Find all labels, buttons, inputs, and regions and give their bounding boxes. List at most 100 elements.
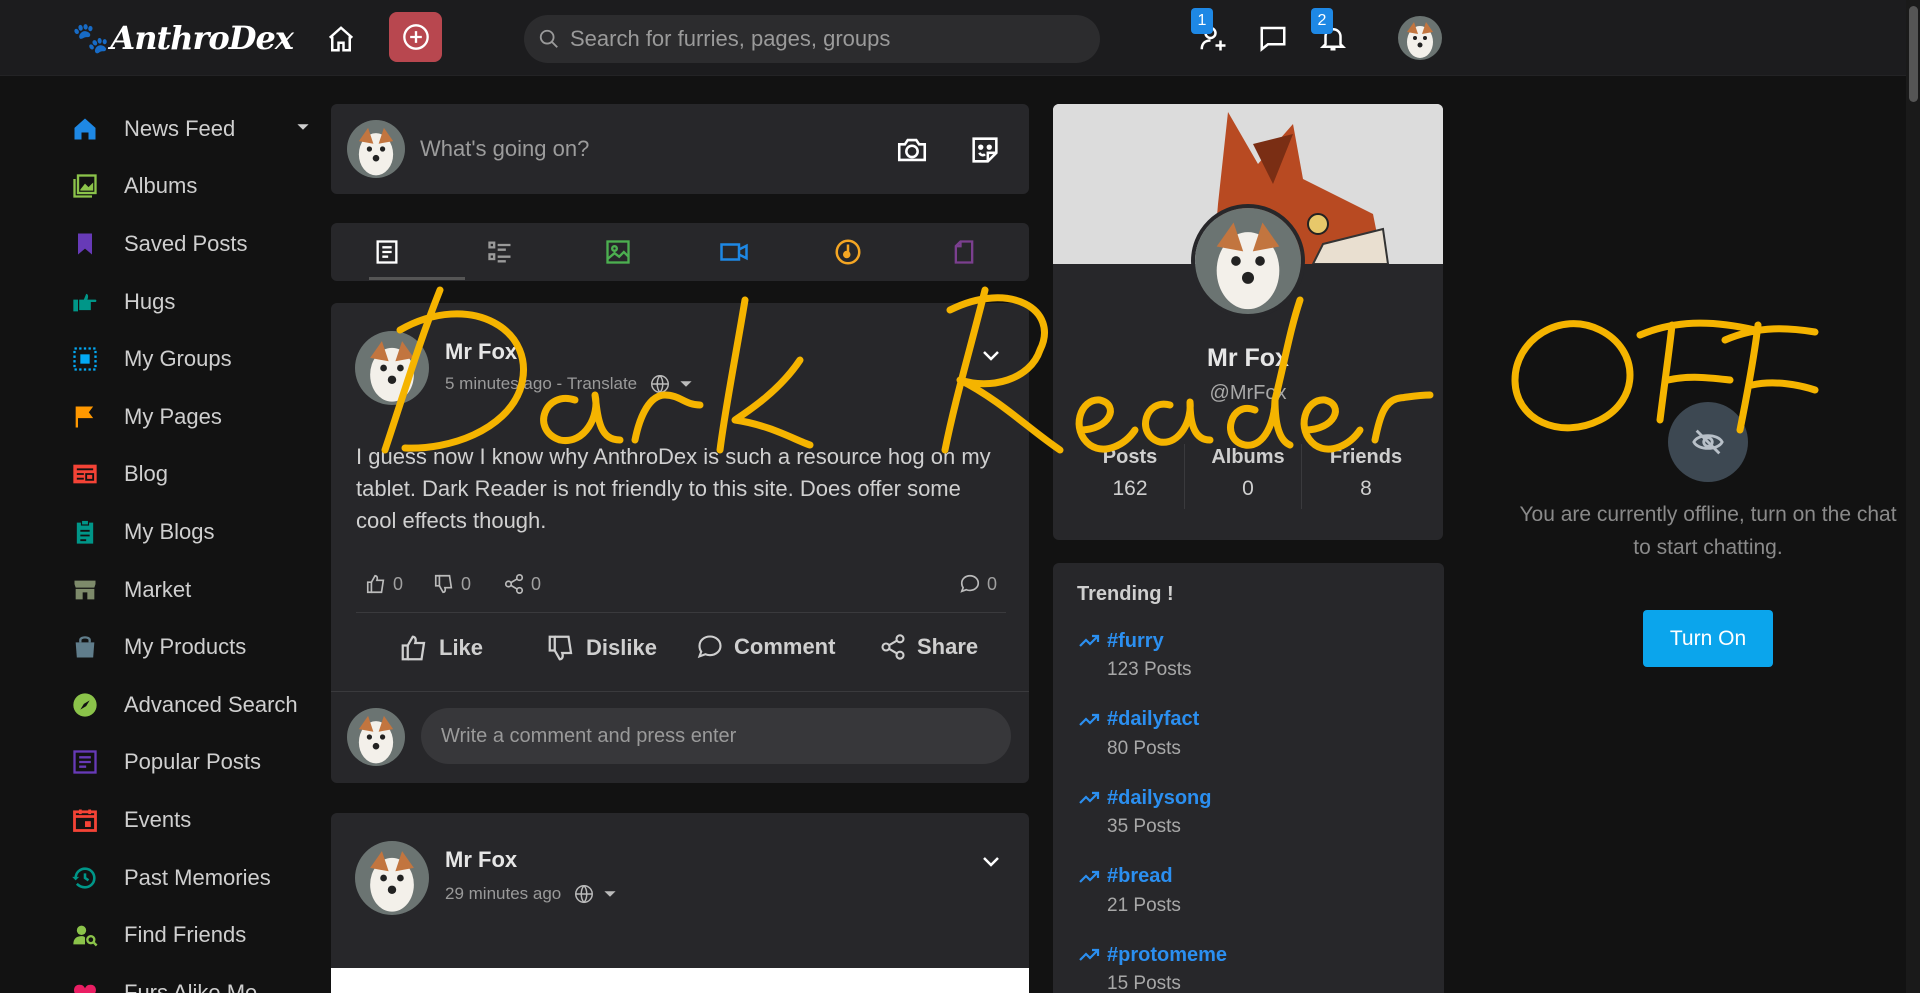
sidebar-item-events[interactable]: Events: [70, 791, 310, 849]
profile-card: Mr Fox @MrFox Posts 162 Albums 0 Friends…: [1053, 104, 1443, 540]
sidebar-item-saved-posts[interactable]: Saved Posts: [70, 215, 310, 273]
post-author-avatar[interactable]: [355, 841, 429, 915]
chevron-down-icon: [983, 857, 999, 867]
sidebar-item-advanced-search[interactable]: Advanced Search: [70, 676, 310, 734]
trending-item[interactable]: #furry 123 Posts: [1077, 629, 1192, 681]
feed-filter-tabs: [331, 223, 1029, 281]
flag-icon: [70, 402, 100, 432]
comment-button[interactable]: Comment: [696, 633, 835, 661]
hand-point-icon: [70, 287, 100, 317]
profile-stat-albums[interactable]: Albums 0: [1189, 446, 1307, 501]
friend-requests-button[interactable]: 1: [1191, 8, 1233, 58]
globe-icon[interactable]: [573, 883, 595, 905]
tab-videos[interactable]: [719, 237, 749, 267]
post-author-avatar[interactable]: [355, 331, 429, 405]
globe-icon[interactable]: [649, 373, 671, 395]
tab-all-posts[interactable]: [372, 237, 402, 267]
trending-item[interactable]: #dailyfact 80 Posts: [1077, 708, 1199, 760]
thumbs-up-icon: [401, 635, 426, 661]
trending-tag[interactable]: #bread: [1107, 865, 1173, 888]
post-counts: 0 0 0 0: [365, 573, 997, 603]
trending-up-icon: [1079, 948, 1100, 961]
post-image[interactable]: [331, 968, 1029, 993]
sticker-icon: [972, 137, 998, 163]
sidebar-item-blog[interactable]: Blog: [70, 446, 310, 504]
video-icon: [720, 243, 748, 261]
page-scrollbar[interactable]: [1906, 0, 1920, 993]
sidebar-item-albums[interactable]: Albums: [70, 158, 310, 216]
sidebar-item-furs-alike-me[interactable]: Furs Alike Me: [70, 964, 310, 993]
sidebar-item-popular-posts[interactable]: Popular Posts: [70, 734, 310, 792]
trending-count: 123 Posts: [1107, 659, 1192, 680]
trending-item[interactable]: #dailysong 35 Posts: [1077, 786, 1211, 838]
post-time[interactable]: 29 minutes ago: [445, 884, 561, 904]
like-button[interactable]: Like: [399, 633, 483, 663]
sidebar-item-my-blogs[interactable]: My Blogs: [70, 503, 310, 561]
tab-files[interactable]: [949, 237, 979, 267]
comment-input[interactable]: Write a comment and press enter: [421, 708, 1011, 764]
camera-button[interactable]: [895, 133, 929, 172]
tab-photos[interactable]: [603, 237, 633, 267]
post-time[interactable]: 5 minutes ago: [445, 374, 552, 394]
sidebar-item-my-products[interactable]: My Products: [70, 618, 310, 676]
trending-tag[interactable]: #protomeme: [1107, 944, 1227, 967]
profile-avatar[interactable]: [1191, 204, 1305, 318]
trending-tag[interactable]: #dailyfact: [1107, 708, 1199, 731]
sidebar-item-news-feed[interactable]: News Feed: [70, 100, 310, 158]
sidebar-item-label: Popular Posts: [124, 749, 261, 775]
post-composer[interactable]: What's going on?: [331, 104, 1029, 194]
tab-text[interactable]: [485, 237, 515, 267]
sidebar-item-past-memories[interactable]: Past Memories: [70, 849, 310, 907]
sidebar-item-my-pages[interactable]: My Pages: [70, 388, 310, 446]
user-avatar[interactable]: [1398, 16, 1442, 60]
trending-tag[interactable]: #furry: [1107, 630, 1164, 653]
post-options-button[interactable]: [979, 343, 1003, 372]
sidebar-item-find-friends[interactable]: Find Friends: [70, 906, 310, 964]
chat-offline-indicator: [1668, 402, 1748, 482]
sticker-button[interactable]: [968, 133, 1002, 172]
trending-tag[interactable]: #dailysong: [1107, 787, 1211, 810]
message-icon: [1260, 26, 1286, 52]
sidebar-item-label: Find Friends: [124, 922, 247, 948]
site-logo[interactable]: 🐾 AnthroDex: [72, 17, 294, 59]
chevron-down-icon: [983, 351, 999, 361]
share-button[interactable]: Share: [879, 633, 978, 661]
sidebar-item-label: Advanced Search: [124, 691, 298, 717]
translate-link[interactable]: Translate: [567, 374, 637, 394]
home-button[interactable]: [322, 20, 360, 58]
search-input[interactable]: [570, 26, 1070, 52]
sidebar-item-market[interactable]: Market: [70, 561, 310, 619]
privacy-dropdown-icon[interactable]: [679, 377, 693, 391]
share-count[interactable]: 0: [503, 573, 541, 595]
trending-item[interactable]: #bread 21 Posts: [1077, 865, 1181, 917]
privacy-dropdown-icon[interactable]: [603, 887, 617, 901]
share-icon: [504, 574, 524, 594]
post-author-name[interactable]: Mr Fox: [445, 339, 517, 365]
messages-button[interactable]: [1253, 18, 1293, 58]
create-button[interactable]: [389, 12, 442, 62]
sidebar-item-label: Past Memories: [124, 864, 271, 890]
post-author-name[interactable]: Mr Fox: [445, 847, 517, 873]
sidebar-item-my-groups[interactable]: My Groups: [70, 330, 310, 388]
dislike-button[interactable]: Dislike: [546, 633, 657, 663]
sidebar-item-hugs[interactable]: Hugs: [70, 273, 310, 331]
notifications-button[interactable]: 2: [1311, 8, 1353, 58]
profile-name[interactable]: Mr Fox: [1053, 344, 1443, 373]
sidebar-item-label: News Feed: [124, 115, 236, 141]
like-count[interactable]: 0: [365, 573, 403, 595]
tab-music[interactable]: [833, 237, 863, 267]
profile-stat-posts[interactable]: Posts 162: [1071, 446, 1189, 501]
store-icon: [70, 575, 100, 605]
dislike-count[interactable]: 0: [433, 573, 471, 595]
notifications-badge: 2: [1311, 8, 1333, 34]
search-bar[interactable]: [524, 15, 1100, 63]
person-search-icon: [70, 920, 100, 950]
comment-count[interactable]: 0: [959, 573, 997, 595]
profile-stat-friends[interactable]: Friends 8: [1307, 446, 1425, 501]
trending-item[interactable]: #protomeme 15 Posts: [1077, 943, 1227, 993]
composer-placeholder[interactable]: What's going on?: [420, 136, 589, 162]
turn-on-chat-button[interactable]: Turn On: [1643, 610, 1773, 667]
document-icon: [376, 240, 398, 264]
post-options-button[interactable]: [979, 849, 1003, 878]
caret-down-icon[interactable]: [296, 120, 310, 137]
